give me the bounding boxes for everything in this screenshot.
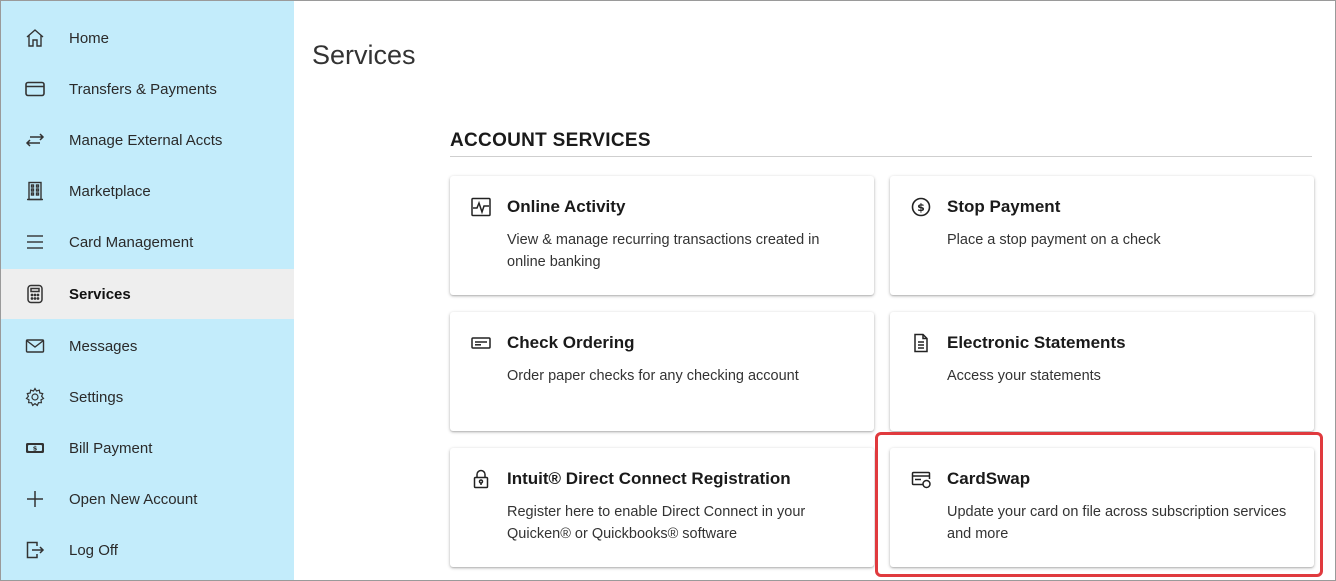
sidebar-item-label: Transfers & Payments: [69, 80, 217, 98]
card-title: Check Ordering: [507, 333, 635, 352]
sidebar-item-card-management[interactable]: Card Management: [1, 217, 294, 267]
sidebar-item-label: Settings: [69, 388, 124, 406]
sidebar-item-home[interactable]: Home: [1, 13, 294, 63]
svg-text:$: $: [917, 201, 925, 214]
activity-pulse-icon: [470, 196, 492, 218]
sidebar-item-bill-payment[interactable]: $ Bill Payment: [1, 423, 294, 473]
gear-icon: [24, 386, 46, 408]
envelope-icon: [24, 335, 46, 357]
building-icon: [24, 180, 46, 202]
sidebar-item-label: Manage External Accts: [69, 131, 223, 149]
transfer-arrows-icon: [24, 129, 46, 151]
sidebar-item-label: Home: [69, 29, 110, 47]
sidebar-item-log-off[interactable]: Log Off: [1, 525, 294, 575]
check-icon: [470, 332, 492, 354]
lock-icon: [470, 468, 492, 490]
menu-lines-icon: [24, 231, 46, 253]
card-title: Stop Payment: [947, 197, 1061, 216]
card-description: Place a stop payment on a check: [947, 232, 1161, 248]
home-icon: [24, 27, 46, 49]
sidebar-item-messages[interactable]: Messages: [1, 321, 294, 371]
card-title: Online Activity: [507, 197, 626, 216]
sidebar-item-marketplace[interactable]: Marketplace: [1, 166, 294, 216]
sidebar-item-label: Open New Account: [69, 490, 198, 508]
service-card-intuit-direct-connect[interactable]: Intuit® Direct Connect Registration Regi…: [450, 448, 874, 567]
section-heading: ACCOUNT SERVICES: [450, 130, 651, 151]
service-card-stop-payment[interactable]: $ Stop Payment Place a stop payment on a…: [890, 176, 1314, 295]
card-description: Order paper checks for any checking acco…: [507, 368, 799, 384]
logout-icon: [24, 539, 46, 561]
service-card-check-ordering[interactable]: Check Ordering Order paper checks for an…: [450, 312, 874, 431]
service-card-electronic-statements[interactable]: Electronic Statements Access your statem…: [890, 312, 1314, 431]
card-description: Access your statements: [947, 368, 1101, 384]
card-icon: [24, 78, 46, 100]
sidebar-item-services[interactable]: Services: [1, 269, 294, 319]
sidebar-item-label: Messages: [69, 337, 138, 355]
svg-text:$: $: [33, 444, 38, 452]
page-title: Services: [312, 40, 416, 70]
sidebar-item-label: Bill Payment: [69, 439, 153, 457]
dollar-bill-icon: $: [24, 437, 46, 459]
sidebar-item-label: Card Management: [69, 233, 194, 251]
highlight-outline: [875, 432, 1323, 577]
section-divider: [450, 156, 1312, 157]
plus-icon: [24, 488, 46, 510]
calculator-icon: [24, 283, 46, 305]
card-description: View & manage recurring transactions cre…: [507, 232, 820, 270]
document-icon: [910, 332, 932, 354]
dollar-circle-icon: $: [910, 196, 932, 218]
card-title: Intuit® Direct Connect Registration: [507, 469, 791, 488]
sidebar-item-manage-external-accts[interactable]: Manage External Accts: [1, 115, 294, 165]
sidebar-item-label: Services: [69, 285, 131, 303]
sidebar-item-settings[interactable]: Settings: [1, 372, 294, 422]
sidebar-item-open-new-account[interactable]: Open New Account: [1, 474, 294, 524]
card-title: Electronic Statements: [947, 333, 1126, 352]
sidebar-item-transfers-payments[interactable]: Transfers & Payments: [1, 64, 294, 114]
card-description: Register here to enable Direct Connect i…: [507, 504, 806, 542]
sidebar-item-label: Marketplace: [69, 182, 151, 200]
service-card-online-activity[interactable]: Online Activity View & manage recurring …: [450, 176, 874, 295]
sidebar-item-label: Log Off: [69, 541, 118, 559]
sidebar: Home Transfers & Payments Manage Externa…: [1, 1, 294, 580]
